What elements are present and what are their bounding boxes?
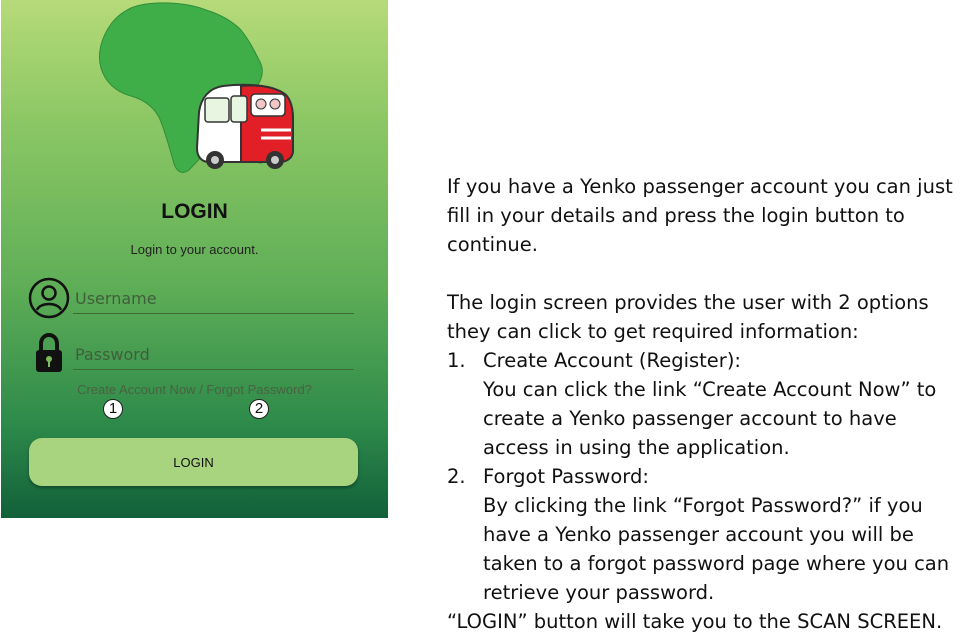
list-item-body: By clicking the link “Forgot Password?” … bbox=[483, 494, 950, 604]
link-separator: / bbox=[195, 382, 207, 397]
instructions-text: If you have a Yenko passenger account yo… bbox=[447, 172, 962, 636]
list-item-create-account: 1. Create Account (Register): bbox=[447, 346, 962, 375]
password-input[interactable] bbox=[73, 340, 354, 370]
list-item-forgot-password: 2. Forgot Password: bbox=[447, 462, 962, 491]
forgot-password-link[interactable]: Forgot Password? bbox=[206, 382, 312, 397]
create-account-link[interactable]: Create Account Now bbox=[77, 382, 196, 397]
callout-marker-1: 1 bbox=[103, 399, 123, 419]
list-number: 1. bbox=[447, 349, 466, 372]
footer-note: “LOGIN” button will take you to the SCAN… bbox=[447, 610, 943, 633]
list-item-title: Forgot Password: bbox=[483, 465, 649, 488]
account-links: Create Account Now / Forgot Password? bbox=[1, 382, 388, 397]
login-screen: LOGIN Login to your account. Create Acco… bbox=[1, 0, 388, 518]
van-icon bbox=[195, 83, 294, 169]
lock-icon bbox=[36, 333, 62, 372]
intro-paragraph: If you have a Yenko passenger account yo… bbox=[447, 175, 953, 256]
username-input[interactable] bbox=[73, 284, 354, 314]
page-title: LOGIN bbox=[161, 200, 228, 223]
user-icon bbox=[28, 277, 70, 319]
list-item-body: You can click the link “Create Account N… bbox=[483, 378, 937, 459]
callout-marker-2: 2 bbox=[249, 399, 269, 419]
options-intro: The login screen provides the user with … bbox=[447, 291, 929, 343]
page-subtitle: Login to your account. bbox=[130, 242, 259, 257]
africa-van-logo bbox=[98, 2, 294, 173]
login-button[interactable]: LOGIN bbox=[29, 438, 358, 486]
list-item-title: Create Account (Register): bbox=[483, 349, 741, 372]
list-number: 2. bbox=[447, 465, 466, 488]
